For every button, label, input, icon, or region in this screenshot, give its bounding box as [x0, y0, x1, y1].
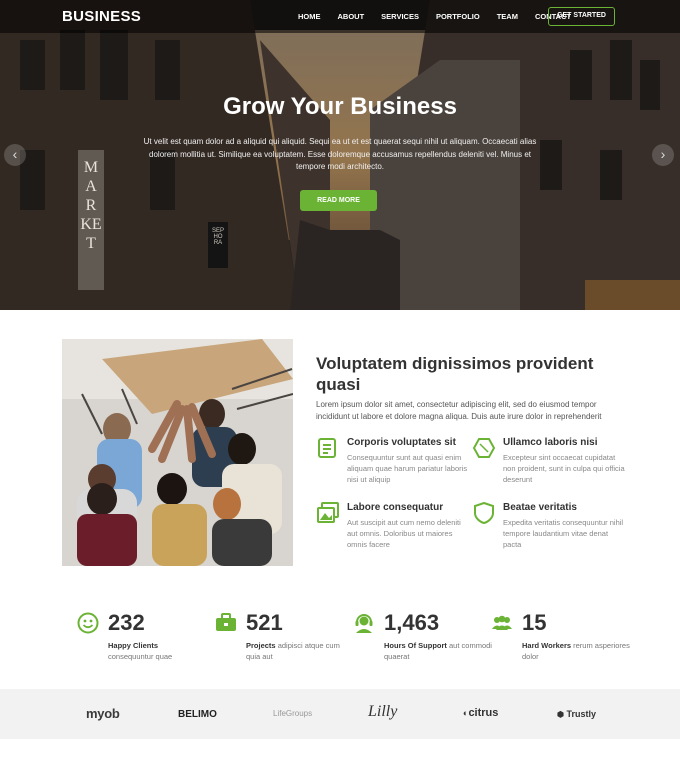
get-started-button[interactable]: GET STARTED	[548, 7, 615, 26]
site-logo[interactable]: BUSINESS	[62, 8, 141, 25]
feature-text: Consequuntur sunt aut quasi enim aliquam…	[347, 453, 468, 484]
smile-icon	[77, 612, 99, 634]
client-logo-citrus: ◐citrus	[463, 707, 498, 719]
nav-team[interactable]: TEAM	[497, 12, 518, 21]
briefcase-icon	[216, 613, 236, 631]
client-logo-lifegroups: LifeGroups	[273, 709, 313, 718]
trustly-mark-icon: ⬢	[557, 710, 564, 719]
stat-item: 15 Hard Workers rerum asperiores dolor	[491, 610, 632, 662]
main-nav: HOME ABOUT SERVICES PORTFOLIO TEAM CONTA…	[298, 12, 588, 21]
nav-portfolio[interactable]: PORTFOLIO	[436, 12, 480, 21]
stat-label: Hours Of Support	[384, 641, 447, 650]
images-icon	[317, 502, 339, 523]
stat-item: 521 Projects adipisci atque cum quia aut	[215, 610, 356, 662]
market-sign: MARKET	[80, 159, 102, 252]
stat-item: 1,463 Hours Of Support aut commodi quaer…	[353, 610, 494, 662]
headset-icon	[355, 614, 373, 633]
hero-section: MARKET SEPHORA Grow Your Business Ut vel…	[0, 0, 680, 310]
client-logo-trustly-text: Trustly	[566, 709, 597, 719]
client-logo-myob: myob	[86, 706, 120, 721]
nav-services[interactable]: SERVICES	[381, 12, 419, 21]
read-more-button[interactable]: READ MORE	[300, 190, 377, 211]
client-logo-lilly: Lilly	[368, 703, 398, 720]
team-photo	[62, 339, 293, 566]
stat-text: Hard Workers rerum asperiores dolor	[522, 640, 632, 662]
stat-text: Hours Of Support aut commodi quaerat	[384, 640, 494, 662]
stat-number: 15	[522, 610, 547, 635]
stat-label: Happy Clients	[108, 641, 159, 650]
feature-title: Beatae veritatis	[503, 502, 577, 513]
stat-label: Hard Workers	[522, 641, 572, 650]
hero-text: Ut velit est quam dolor ad a aliquid qui…	[143, 137, 537, 171]
site-header: BUSINESS HOME ABOUT SERVICES PORTFOLIO T…	[0, 0, 680, 33]
about-description: Lorem ipsum dolor sit amet, consectetur …	[316, 400, 602, 421]
stat-text: Happy Clients consequuntur quae	[108, 640, 218, 662]
shield-icon	[474, 502, 494, 524]
client-logo-trustly: ⬢ Trustly	[557, 709, 596, 719]
client-logo-belimo: BELIMO	[178, 709, 217, 720]
feature-title: Labore consequatur	[347, 502, 444, 513]
stat-desc: consequuntur quae	[108, 652, 173, 661]
feature-title: Corporis voluptates sit	[347, 437, 456, 448]
nav-home[interactable]: HOME	[298, 12, 321, 21]
carousel-prev-button[interactable]: ‹	[4, 144, 26, 166]
stat-number: 232	[108, 610, 145, 635]
stat-label: Projects	[246, 641, 276, 650]
stat-text: Projects adipisci atque cum quia aut	[246, 640, 356, 662]
carousel-next-button[interactable]: ›	[652, 144, 674, 166]
cube-icon	[473, 438, 495, 458]
sephora-sign: SEPHORA	[212, 228, 225, 246]
nav-about[interactable]: ABOUT	[338, 12, 365, 21]
feature-text: Excepteur sint occaecat cupidatat non pr…	[503, 453, 625, 484]
feature-title: Ullamco laboris nisi	[503, 437, 598, 448]
receipt-icon	[318, 438, 336, 458]
stat-number: 1,463	[384, 610, 440, 635]
team-photo-image	[62, 339, 293, 566]
feature-text: Expedita veritatis consequuntur nihil te…	[503, 518, 624, 549]
feature-text: Aut suscipit aut cum nemo deleniti aut o…	[347, 518, 461, 549]
client-logo-citrus-text: citrus	[468, 707, 499, 719]
people-icon	[492, 615, 512, 630]
stat-number: 521	[246, 610, 283, 635]
hero-title: Grow Your Business	[223, 93, 457, 120]
about-title: Voluptatem dignissimos provident quasi	[316, 354, 594, 394]
stat-item: 232 Happy Clients consequuntur quae	[77, 610, 218, 662]
clients-band: myob BELIMO LifeGroups Lilly ◐citrus ⬢ T…	[0, 689, 680, 739]
